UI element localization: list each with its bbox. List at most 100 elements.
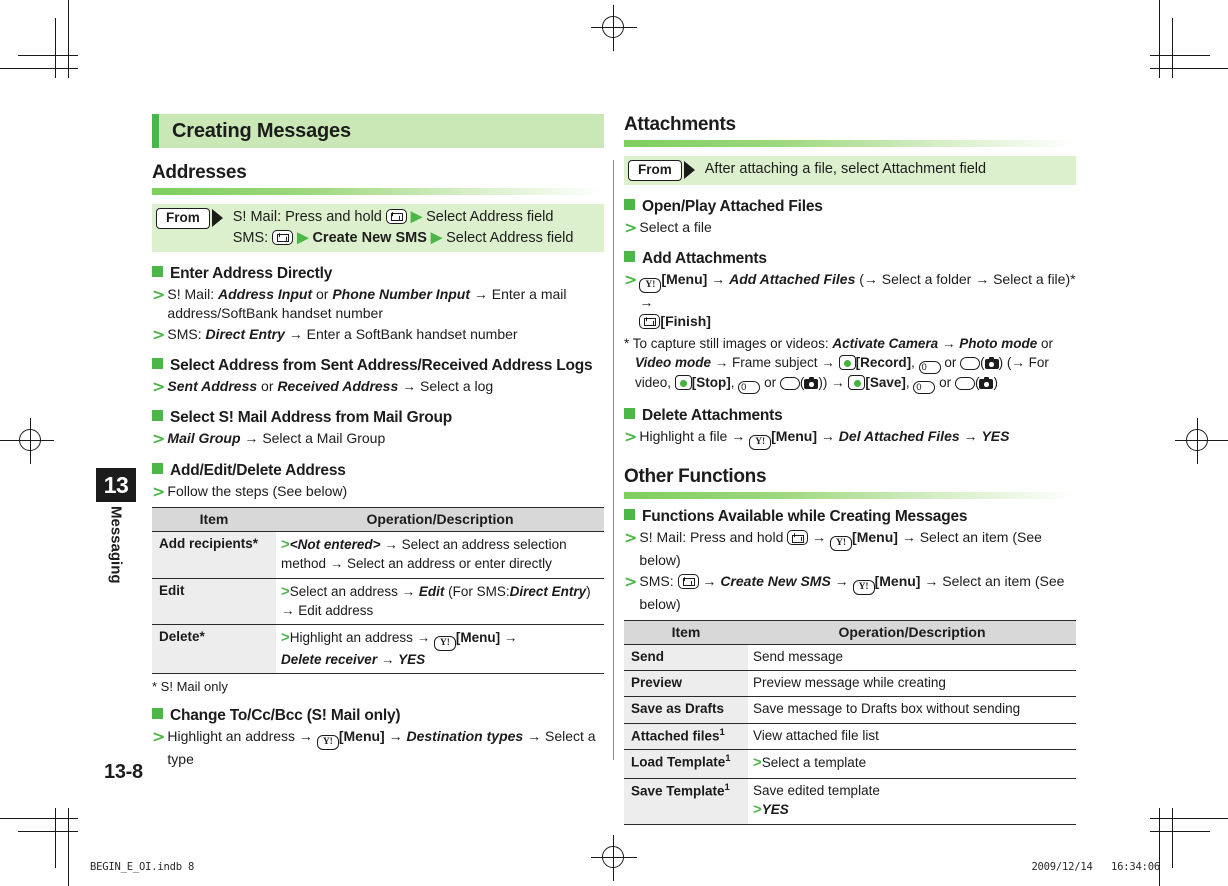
crop-mark-tl-h2 bbox=[18, 55, 78, 56]
side-key-icon bbox=[954, 377, 975, 391]
from-box-body: S! Mail: Press and hold ▶ Select Address… bbox=[223, 207, 580, 248]
cell-bold2: YES bbox=[398, 651, 426, 667]
subheading-label: Select S! Mail Address from Mail Group bbox=[170, 409, 453, 427]
page-number: 13-8 bbox=[104, 761, 143, 783]
th-operation: Operation/Description bbox=[748, 619, 1076, 645]
green-chevron-icon: > bbox=[753, 754, 762, 772]
crop-mark-tr-v bbox=[1159, 0, 1160, 78]
section-rule bbox=[624, 492, 1076, 500]
green-chevron-icon: > bbox=[624, 571, 638, 591]
registration-mark-left bbox=[8, 418, 54, 464]
b2-pre: SMS: bbox=[639, 572, 674, 589]
b2-bold: Direct Entry bbox=[205, 325, 285, 342]
cell-operation: View attached file list bbox=[748, 723, 1076, 751]
b2-key-label: [Menu] bbox=[874, 572, 921, 589]
note-or: or bbox=[1040, 336, 1053, 352]
green-chevron-icon: > bbox=[152, 429, 166, 449]
subheading-label: Open/Play Attached Files bbox=[642, 197, 823, 215]
th-item: Item bbox=[624, 619, 748, 645]
yahoo-key-icon: Y! bbox=[316, 735, 339, 751]
green-square-icon bbox=[624, 250, 635, 262]
zero-key-icon: 0 bbox=[913, 381, 936, 395]
cell-operation: Preview message while creating bbox=[748, 670, 1076, 698]
table-row: Attached files1 View attached file list bbox=[624, 723, 1076, 751]
th-operation: Operation/Description bbox=[276, 507, 604, 533]
chapter-title-text: Creating Messages bbox=[172, 119, 351, 142]
green-chevron-icon: > bbox=[624, 427, 638, 447]
bullet-functions-sms: > SMS: → Create New SMS → Y! [Menu] → Sel… bbox=[624, 572, 1076, 614]
table-footnote: * S! Mail only bbox=[152, 679, 228, 695]
cell-key-label: [Menu] bbox=[455, 629, 501, 645]
section-rule bbox=[152, 188, 604, 195]
chapter-title-bar: Creating Messages bbox=[152, 114, 604, 148]
bullet-text: S! Mail: Press and hold → Y! [Menu] → Sel… bbox=[639, 529, 1042, 569]
cell-item: Send bbox=[624, 644, 748, 672]
subheading-label: Add/Edit/Delete Address bbox=[170, 461, 346, 479]
registration-mark-top bbox=[591, 5, 637, 51]
from-line2-bold: Create New SMS bbox=[312, 229, 427, 246]
table-row: Save as Drafts Save message to Drafts bo… bbox=[624, 696, 1076, 724]
bullet-text: Follow the steps (See below) bbox=[167, 482, 348, 499]
b1-bold2: Received Address bbox=[277, 378, 399, 395]
bullet-functions-smail: > S! Mail: Press and hold → Y! [Menu] → S… bbox=[624, 528, 1076, 570]
note-pre: * To capture still images or videos: bbox=[624, 336, 829, 352]
cell-bold2: Direct Entry bbox=[509, 583, 587, 599]
from-box-attachments: From After attaching a file, select Atta… bbox=[624, 156, 1076, 185]
green-square-icon bbox=[624, 198, 635, 210]
subheading-label: Enter Address Directly bbox=[170, 265, 333, 283]
column-divider bbox=[613, 160, 614, 760]
bullet-text: Select a file bbox=[639, 218, 712, 235]
cell-item: Load Template1 bbox=[624, 749, 748, 779]
center-key-icon bbox=[674, 375, 692, 391]
green-chevron-icon: > bbox=[624, 269, 638, 289]
table-row: Delete* >Highlight an address → Y! [Menu]… bbox=[152, 624, 604, 675]
cell-item: Delete* bbox=[152, 624, 276, 675]
subheading-open-play-attached-files: Open/Play Attached Files bbox=[624, 198, 1076, 216]
side-key-icon bbox=[960, 357, 981, 371]
bullet-text: Sent Address or Received Address → Selec… bbox=[167, 378, 494, 395]
cell-item: Save Template1 bbox=[624, 778, 748, 826]
from-line-smail: S! Mail: Press and hold ▶ Select Address… bbox=[233, 207, 574, 228]
yahoo-key-icon: Y! bbox=[830, 536, 853, 552]
subheading-functions-available: Functions Available while Creating Messa… bbox=[624, 508, 1076, 526]
b1-bold1: Del Attached Files bbox=[838, 428, 960, 445]
b1-bold: Add Attached Files bbox=[729, 270, 856, 287]
mail-key-icon bbox=[639, 314, 661, 330]
b2-bold: Create New SMS bbox=[720, 572, 831, 589]
th-item: Item bbox=[152, 507, 276, 533]
cell-item-label: Load Template bbox=[631, 754, 726, 770]
b1-tail: Select a log bbox=[420, 378, 494, 395]
green-chevron-icon: > bbox=[152, 481, 166, 501]
b1-bold: Destination types bbox=[406, 728, 524, 745]
center-key-icon bbox=[848, 375, 866, 391]
b1-bold1: Address Input bbox=[217, 286, 313, 303]
cell-operation: >Highlight an address → Y! [Menu] → Delet… bbox=[276, 624, 604, 675]
crop-mark-br-h2 bbox=[1150, 831, 1210, 832]
from-line1-pre: S! Mail: Press and hold bbox=[232, 209, 382, 225]
footer-timestamp: 2009/12/14 16:34:06 bbox=[1031, 861, 1160, 873]
green-chevron-icon: > bbox=[624, 528, 638, 548]
from-line-sms: SMS: ▶ Create New SMS ▶ Select Address f… bbox=[232, 228, 573, 249]
step-arrow-icon: ▶ bbox=[297, 229, 309, 246]
section-heading-other-functions: Other Functions bbox=[624, 466, 767, 488]
cell-bold1: Edit bbox=[418, 583, 445, 599]
from-badge-label: From bbox=[156, 208, 210, 229]
green-chevron-icon: > bbox=[281, 628, 290, 646]
from-line2-pre: SMS: bbox=[232, 229, 269, 246]
note-mid: → Frame subject → bbox=[714, 355, 835, 371]
table-row: Save Template1 Save edited template >YES bbox=[624, 778, 1076, 826]
b1-tail: Select a Mail Group bbox=[262, 430, 386, 447]
green-chevron-icon: > bbox=[152, 324, 166, 344]
mail-key-icon bbox=[787, 530, 809, 546]
note-record-label: [Record] bbox=[855, 355, 912, 371]
note-save-label: [Save] bbox=[865, 375, 906, 391]
bullet-enter-smail: > S! Mail: Address Input or Phone Number… bbox=[152, 285, 604, 324]
b1-pre: S! Mail: bbox=[167, 286, 215, 303]
from-line1-post: Select Address field bbox=[426, 209, 554, 225]
bullet-destination-types: > Highlight an address → Y! [Menu] → Dest… bbox=[152, 727, 604, 769]
footer-filename: BEGIN_E_OI.indb 8 bbox=[90, 861, 195, 873]
chapter-number-tab: 13 bbox=[96, 468, 136, 502]
table-row: Edit >Select an address → Edit (For SMS:… bbox=[152, 578, 604, 625]
chapter-title-accent bbox=[152, 114, 159, 148]
from-badge-wrap: From bbox=[152, 207, 223, 229]
